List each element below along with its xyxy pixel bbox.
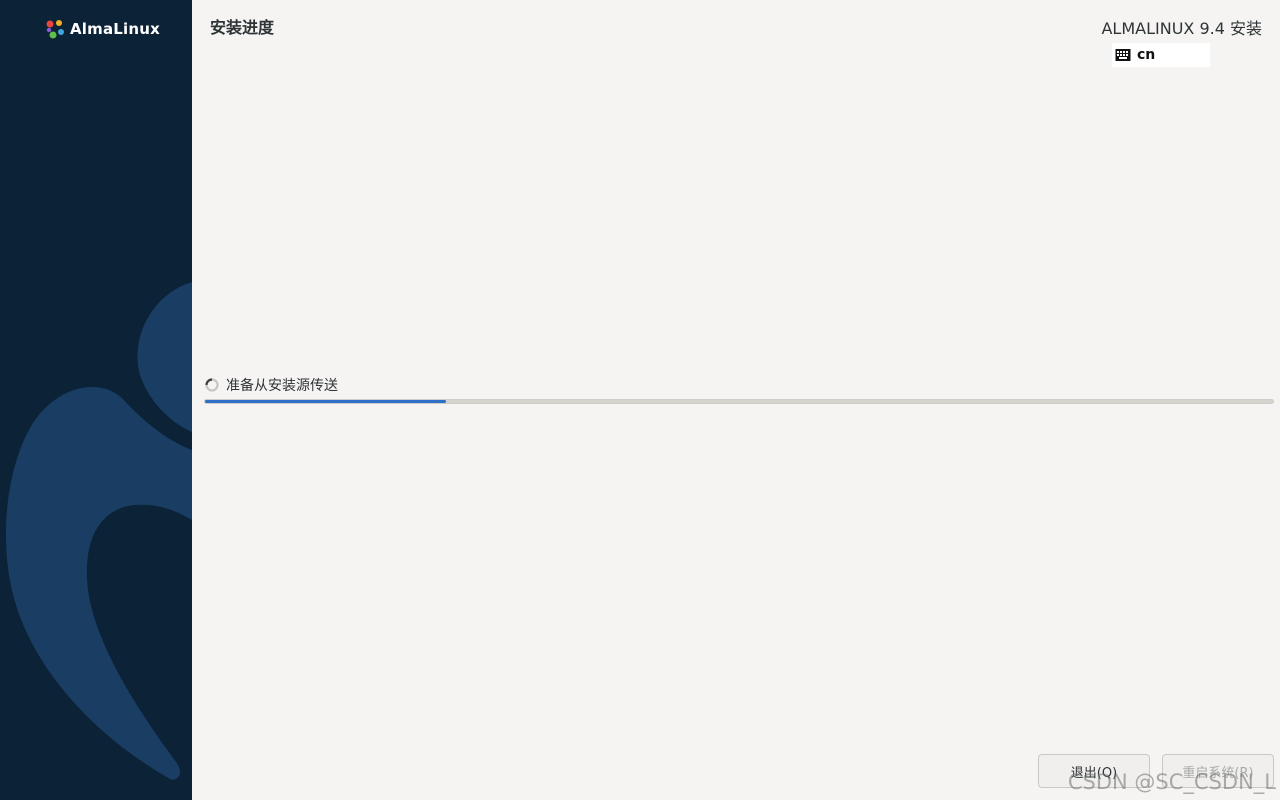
keyboard-layout-indicator[interactable]: cn — [1112, 43, 1210, 67]
progress-bar — [204, 399, 1274, 404]
logo-text: AlmaLinux — [70, 20, 161, 38]
logo: AlmaLinux — [44, 18, 160, 40]
reboot-button[interactable]: 重启系统(R) — [1162, 754, 1274, 788]
keyboard-icon — [1115, 49, 1131, 61]
keyboard-layout-label: cn — [1137, 47, 1156, 63]
quit-button[interactable]: 退出(Q) — [1038, 754, 1150, 788]
almalinux-logo-icon — [46, 20, 64, 39]
product-title: ALMALINUX 9.4 安装 — [1101, 19, 1262, 38]
progress-bar-fill — [205, 400, 447, 403]
spinner-icon — [205, 378, 219, 392]
progress-status-text: 准备从安装源传送 — [226, 378, 338, 394]
sidebar-background-art — [6, 282, 192, 780]
main-content: 安装进度 ALMALINUX 9.4 安装 cn 准备从安装源传送 退出(Q) … — [192, 0, 1280, 800]
page-title: 安装进度 — [210, 18, 275, 37]
sidebar: AlmaLinux — [0, 0, 192, 800]
progress-status: 准备从安装源传送 — [204, 375, 338, 395]
